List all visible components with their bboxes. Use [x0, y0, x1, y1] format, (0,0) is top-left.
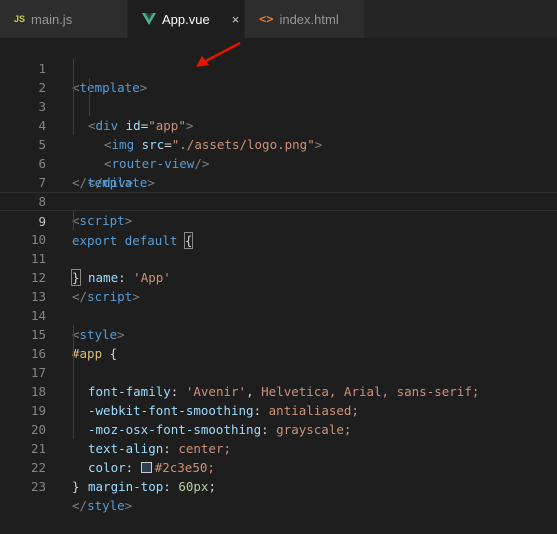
tab-bar: JS main.js App.vue × <> index.html: [0, 0, 557, 38]
code-token: 60px: [178, 479, 209, 494]
code-line: 7: [0, 154, 557, 190]
code-line: 22 }: [0, 439, 557, 494]
code-line: 21 margin-top: 60px;: [0, 420, 557, 494]
code-line: 14 <style>: [0, 287, 557, 342]
js-file-icon: JS: [14, 14, 26, 24]
code-line: 10 name: 'App': [0, 211, 557, 285]
tab-label: index.html: [279, 11, 339, 27]
code-line: 11 }: [0, 230, 557, 286]
tab-app-vue[interactable]: App.vue ×: [128, 0, 245, 38]
line-number: 23: [30, 479, 46, 494]
tab-label: main.js: [31, 11, 73, 27]
code-line: 1 <template>: [0, 40, 557, 95]
code-line: 23 </style>: [0, 458, 557, 513]
code-line: 17 -webkit-font-smoothing: antialiased;: [0, 344, 557, 418]
code-line: 13: [0, 268, 557, 304]
code-line: 16 font-family: 'Avenir', Helvetica, Ari…: [0, 325, 557, 399]
code-line-current: 9 export default {: [0, 192, 557, 249]
code-line: 20 color: #2c3e50;: [0, 401, 557, 475]
code-line: 18 -moz-osx-font-smoothing: grayscale;: [0, 363, 557, 437]
code-line: 8 <script>: [0, 173, 557, 228]
code-token: ;: [208, 479, 216, 494]
code-line: 19 text-align: center;: [0, 382, 557, 456]
vue-file-icon: [142, 13, 156, 25]
red-arrow-annotation: [196, 41, 241, 67]
code-line: 12 </script>: [0, 249, 557, 304]
code-line: 15 #app {: [0, 306, 557, 361]
code-line: 4 <router-view/>: [0, 97, 557, 171]
code-line: 6 </template>: [0, 135, 557, 190]
tab-main-js[interactable]: JS main.js: [0, 0, 128, 38]
code-line: 2 <div id="app">: [0, 59, 557, 133]
code-token: margin-top: [88, 479, 164, 494]
tab-label: App.vue: [162, 11, 210, 27]
html-file-icon: <>: [259, 12, 274, 26]
close-icon[interactable]: ×: [232, 12, 240, 27]
code-token: style: [87, 498, 125, 513]
code-line: 3 <img src="./assets/logo.png">: [0, 78, 557, 152]
tab-index-html[interactable]: <> index.html: [245, 0, 365, 38]
code-editor[interactable]: 1 <template> 2 <div id="app"> 3 <img src…: [0, 38, 557, 513]
code-token: }: [72, 479, 80, 494]
code-line: 5 </div>: [0, 116, 557, 190]
